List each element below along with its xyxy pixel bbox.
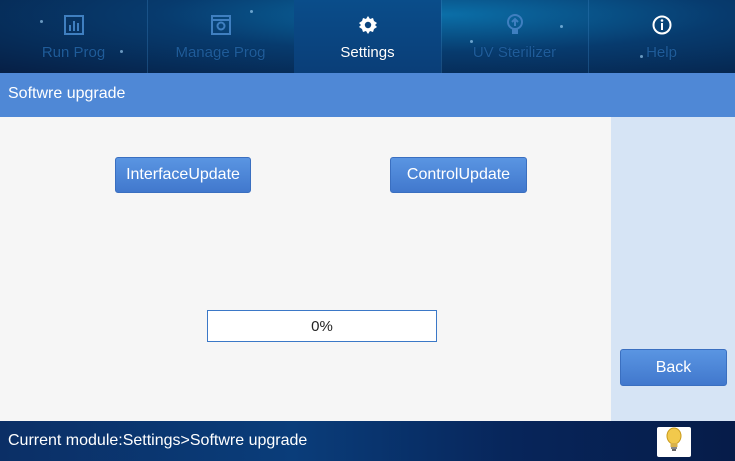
tab-settings-label: Settings: [340, 44, 395, 61]
back-button[interactable]: Back: [620, 349, 727, 386]
tab-manage-prog-label: Manage Prog: [175, 44, 266, 61]
upgrade-progress-bar: 0%: [207, 310, 437, 342]
tab-run-prog-label: Run Prog: [41, 44, 106, 61]
tab-uv-sterilizer[interactable]: UV Sterilizer: [441, 0, 588, 73]
current-module-text: Current module:Settings>Softwre upgrade: [8, 432, 308, 449]
progress-text: 0%: [311, 318, 333, 335]
interface-update-button[interactable]: InterfaceUpdate: [115, 157, 251, 193]
tab-uv-sterilizer-label: UV Sterilizer: [472, 44, 557, 61]
gear-icon: [357, 14, 379, 36]
chart-icon: [63, 14, 85, 36]
lightbulb-icon: [665, 427, 683, 458]
info-icon: [651, 14, 673, 36]
tab-run-prog[interactable]: Run Prog: [0, 0, 147, 73]
top-nav: Run Prog Manage Prog Settings UV Sterili…: [0, 0, 735, 73]
tab-settings[interactable]: Settings: [294, 0, 441, 73]
page-title: Softwre upgrade: [8, 85, 126, 102]
uv-bulb-icon: [504, 14, 526, 36]
control-update-button[interactable]: ControlUpdate: [390, 157, 527, 193]
status-bar: Current module:Settings>Softwre upgrade: [0, 421, 735, 461]
title-bar: Softwre upgrade: [0, 73, 735, 117]
tab-help-label: Help: [646, 44, 677, 61]
tab-help[interactable]: Help: [588, 0, 735, 73]
gear-box-icon: [210, 14, 232, 36]
tab-manage-prog[interactable]: Manage Prog: [147, 0, 294, 73]
lightbulb-button[interactable]: [657, 427, 691, 457]
